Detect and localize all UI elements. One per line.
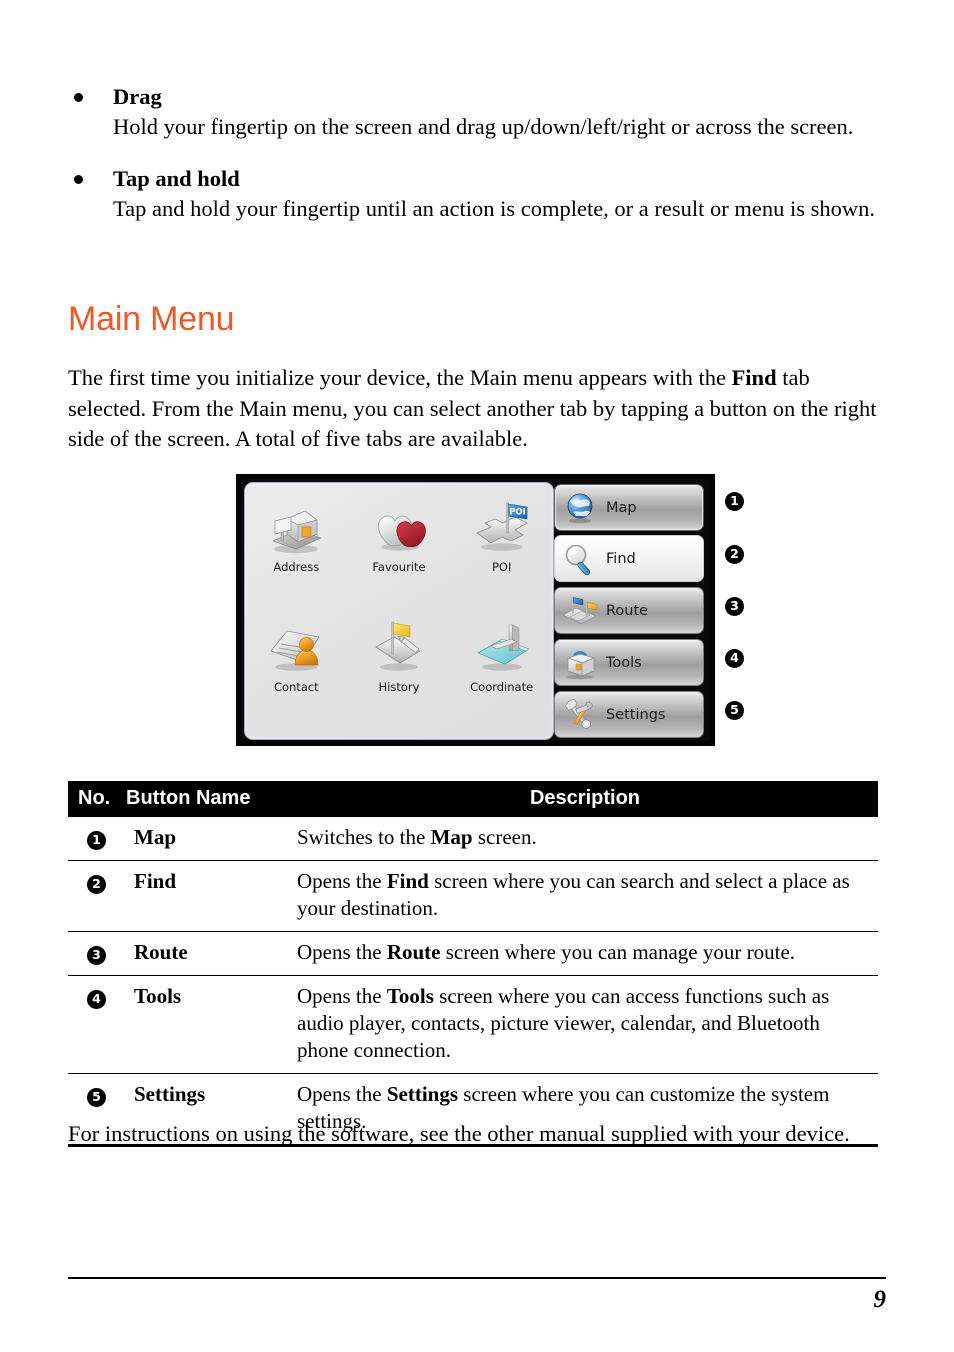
table-body: 1 Map Switches to the Map screen. 2 Find… [68,817,878,1147]
hammer-wrench-icon [560,697,600,733]
icon-label: Coordinate [470,680,534,694]
icon-label: Favourite [372,560,426,574]
row-number-cell: 2 [68,860,126,932]
column-header-button-name: Button Name [126,781,292,817]
row-number-cell: 1 [68,817,126,861]
closing-paragraph: For instructions on using the software, … [68,1121,850,1146]
column-header-description: Description [292,781,878,817]
table-row: 3 Route Opens the Route screen where you… [68,931,878,976]
tab-label: Route [606,602,649,619]
tab-find[interactable]: Find [554,535,704,582]
row-number-cell: 4 [68,975,126,1074]
callout-badge: 3 [87,946,106,966]
list-item: Tap and hold Tap and hold your fingertip… [68,164,884,224]
icon-cell-coordinate[interactable]: Coordinate [450,609,553,729]
callout-2: 2 [725,545,744,564]
row-button-name: Route [126,931,292,976]
bullet-title: Tap and hold [113,166,240,191]
callout-4: 4 [725,649,744,668]
row-button-name: Tools [126,975,292,1074]
coordinate-axes-plane-icon [471,617,533,677]
bullet-dot-icon [74,93,83,102]
manual-page: Drag Hold your fingertip on the screen a… [0,0,954,1352]
svg-text:POI: POI [509,508,526,518]
list-item: Drag Hold your fingertip on the screen a… [68,82,884,142]
tab-label: Tools [606,654,642,671]
find-icon-panel: Address Favourite POI POI Contact Histor… [244,482,554,740]
toolbox-icon [560,645,600,681]
footer-divider [68,1277,886,1279]
tab-tools[interactable]: Tools [554,639,704,686]
callout-badge: 5 [87,1088,106,1108]
house-on-map-icon [265,497,327,557]
callout-5: 5 [725,701,744,720]
device-bezel: Address Favourite POI POI Contact Histor… [236,474,715,746]
two-hearts-icon [368,497,430,557]
tab-settings[interactable]: Settings [554,691,704,738]
tab-column: Map Find Route Tools Settings [552,482,707,740]
tab-label: Find [606,550,636,567]
magnifier-icon [560,541,600,577]
icon-label: History [378,680,420,694]
tab-map[interactable]: Map [554,484,704,531]
table-row: 2 Find Opens the Find screen where you c… [68,860,878,932]
main-menu-screenshot-figure: Address Favourite POI POI Contact Histor… [236,474,744,746]
icon-cell-address[interactable]: Address [245,489,348,609]
row-description: Opens the Tools screen where you can acc… [292,975,878,1074]
table-row: 4 Tools Opens the Tools screen where you… [68,975,878,1074]
row-button-name: Map [134,825,176,849]
poi-flag-crossroads-icon: POI [471,497,533,557]
button-description-table: No. Button Name Description 1 Map Switch… [68,781,878,1147]
page-title: Main Menu [68,300,235,338]
icon-label: Address [273,560,320,574]
table-row: 1 Map Switches to the Map screen. [68,817,878,861]
column-header-no: No. [68,781,126,817]
flag-and-pen-icon [368,617,430,677]
icon-cell-history[interactable]: History [348,609,451,729]
icon-label: POI [491,560,512,574]
bullet-body: Hold your fingertip on the screen and dr… [113,114,854,139]
gesture-bullet-list: Drag Hold your fingertip on the screen a… [68,82,884,246]
device-screen: Address Favourite POI POI Contact Histor… [241,479,710,741]
globe-icon [560,490,600,526]
callout-1: 1 [725,492,744,511]
row-button-name: Find [126,860,292,932]
icon-cell-poi[interactable]: POI POI [450,489,553,609]
bullet-dot-icon [74,175,83,184]
tab-label: Map [606,499,637,516]
page-number: 9 [873,1286,887,1313]
icon-label: Contact [273,680,319,694]
bullet-title: Drag [113,84,162,109]
bullet-body: Tap and hold your fingertip until an act… [113,196,876,221]
callout-badge: 1 [87,831,106,851]
tab-route[interactable]: Route [554,587,704,634]
callout-badge: 4 [87,990,106,1010]
contact-card-person-icon [265,617,327,677]
route-flags-icon [560,593,600,629]
table-header-row: No. Button Name Description [68,781,878,817]
tab-label: Settings [606,706,666,723]
callout-3: 3 [725,597,744,616]
callout-badge: 2 [87,875,106,895]
intro-paragraph: The first time you initialize your devic… [68,365,877,451]
row-description: Switches to the Map screen. [297,825,537,849]
row-description: Opens the Find screen where you can sear… [292,860,878,932]
icon-grid: Address Favourite POI POI Contact Histor… [245,489,553,729]
row-description: Opens the Route screen where you can man… [292,931,878,976]
table-header: No. Button Name Description [68,781,878,817]
row-number-cell: 3 [68,931,126,976]
icon-cell-favourite[interactable]: Favourite [348,489,451,609]
icon-cell-contact[interactable]: Contact [245,609,348,729]
